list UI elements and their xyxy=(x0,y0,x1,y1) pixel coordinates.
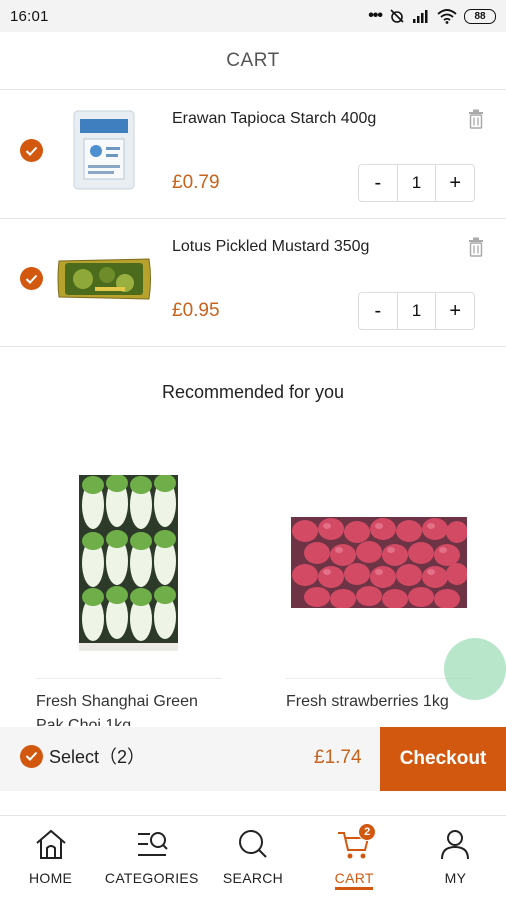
increase-button[interactable]: + xyxy=(436,293,474,329)
item-name[interactable]: Lotus Pickled Mustard 350g xyxy=(172,238,369,256)
item-checkbox[interactable] xyxy=(20,139,43,162)
nav-label: CART xyxy=(334,870,374,886)
cart-icon: 2 xyxy=(336,823,377,862)
select-all-toggle[interactable]: Select（2） xyxy=(20,743,145,769)
checkmark-icon xyxy=(25,274,38,284)
bottom-nav: HOME CATEGORIES SEARCH 2 CART MY xyxy=(0,815,506,900)
checkout-button[interactable]: Checkout xyxy=(380,727,506,791)
quantity-stepper: - 1 + xyxy=(358,292,475,330)
page-title: CART xyxy=(226,49,280,71)
nav-label: HOME xyxy=(29,870,73,886)
battery-indicator: 88 xyxy=(464,8,496,24)
wifi-icon xyxy=(437,8,457,24)
item-checkbox[interactable] xyxy=(20,267,43,290)
select-all-label: Select（2） xyxy=(49,747,146,767)
categories-icon xyxy=(134,826,170,862)
checkmark-icon xyxy=(25,751,38,761)
product-thumbnail[interactable] xyxy=(72,109,136,191)
search-icon xyxy=(235,826,271,862)
recommended-title: Recommended for you xyxy=(161,382,345,402)
nav-label: CATEGORIES xyxy=(104,870,199,886)
quantity-stepper: - 1 + xyxy=(358,164,475,202)
decrease-button[interactable]: - xyxy=(359,293,397,329)
cart-count-badge: 2 xyxy=(358,823,377,841)
item-price: £0.95 xyxy=(172,300,220,321)
nav-item-home[interactable]: HOME xyxy=(0,816,101,900)
quantity-value[interactable]: 1 xyxy=(396,293,437,329)
checkout-bar: Select（2） £1.74 Checkout xyxy=(0,727,506,791)
select-all-checkbox[interactable] xyxy=(20,744,43,768)
nav-item-my[interactable]: MY xyxy=(405,816,506,900)
item-price: £0.79 xyxy=(172,172,220,193)
total-price: £1.74 xyxy=(314,747,362,768)
home-icon xyxy=(33,826,69,862)
nav-label: SEARCH xyxy=(222,870,284,886)
quantity-value[interactable]: 1 xyxy=(396,165,437,201)
status-bar: 16:01 ••• 88 xyxy=(0,0,506,32)
status-icons: ••• 88 xyxy=(368,7,496,25)
alarm-off-icon xyxy=(390,9,404,23)
item-name[interactable]: Erawan Tapioca Starch 400g xyxy=(172,110,376,128)
card-divider xyxy=(286,678,472,679)
increase-button[interactable]: + xyxy=(436,165,474,201)
trash-icon[interactable] xyxy=(468,237,484,257)
nav-item-cart[interactable]: 2 CART xyxy=(304,816,405,900)
active-tab-indicator xyxy=(335,887,374,890)
cart-item: Lotus Pickled Mustard 350g £0.95 - 1 + xyxy=(0,219,506,347)
nav-label: MY xyxy=(444,870,467,886)
card-divider xyxy=(36,678,222,679)
user-icon xyxy=(437,826,473,862)
product-image[interactable] xyxy=(79,474,178,651)
status-time: 16:01 xyxy=(10,7,49,25)
product-name[interactable]: Fresh Shanghai Green Pak Choi 1kg xyxy=(36,690,226,726)
trash-icon[interactable] xyxy=(468,109,484,129)
checkmark-icon xyxy=(25,146,38,156)
product-image[interactable] xyxy=(291,517,468,609)
floating-action-button[interactable] xyxy=(444,638,506,700)
product-thumbnail[interactable] xyxy=(55,253,153,305)
nav-item-categories[interactable]: CATEGORIES xyxy=(101,816,202,900)
decrease-button[interactable]: - xyxy=(359,165,397,201)
cart-item: Erawan Tapioca Starch 400g £0.79 - 1 + xyxy=(0,91,506,219)
more-dots-icon: ••• xyxy=(368,7,383,24)
page-header: CART xyxy=(0,32,506,90)
signal-icon xyxy=(413,10,428,23)
nav-item-search[interactable]: SEARCH xyxy=(202,816,303,900)
